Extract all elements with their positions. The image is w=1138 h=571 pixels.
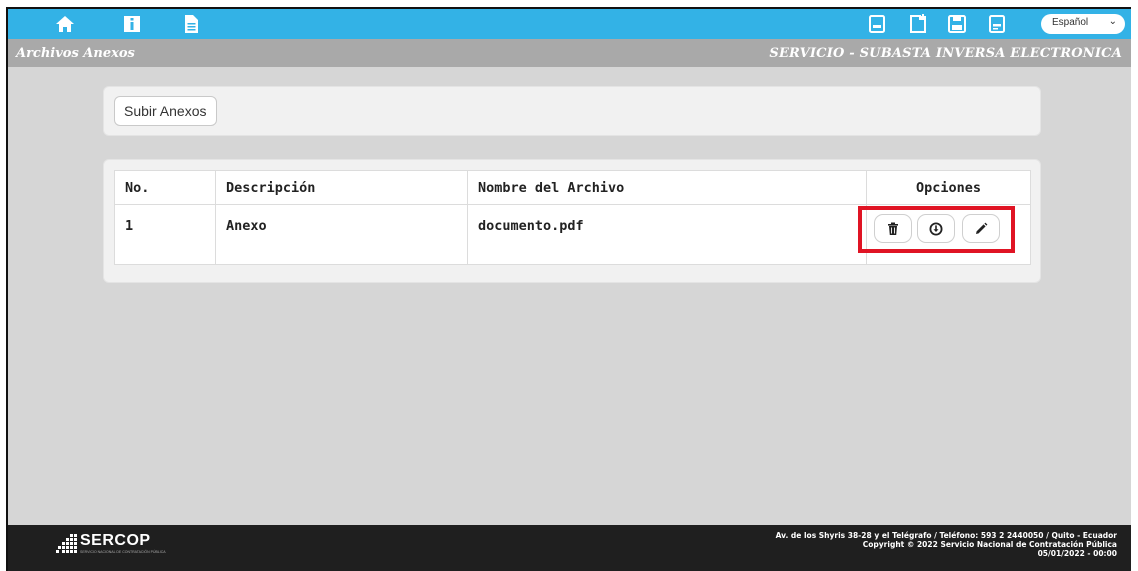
app-frame: Español ⌄ Archivos Anexos SERVICIO - SUB… — [6, 7, 1131, 571]
title-bar: Archivos Anexos SERVICIO - SUBASTA INVER… — [8, 39, 1131, 67]
table-header-row: No. Descripción Nombre del Archivo Opcio… — [114, 170, 1031, 205]
language-value: Español — [1052, 17, 1089, 28]
footer: SERCOP SERVICIO NACIONAL DE CONTRATACIÓN… — [8, 525, 1131, 571]
options-group — [858, 206, 1030, 264]
annexes-table: No. Descripción Nombre del Archivo Opcio… — [114, 170, 1031, 265]
download-icon — [929, 222, 943, 235]
header-options: Opciones — [866, 170, 1031, 205]
service-title: SERVICIO - SUBASTA INVERSA ELECTRONICA — [769, 46, 1122, 61]
page-title: Archivos Anexos — [16, 46, 135, 61]
upload-panel: Subir Anexos — [103, 86, 1041, 136]
cell-file-name: documento.pdf — [467, 204, 867, 265]
download-button[interactable] — [917, 214, 955, 243]
upload-annexes-button[interactable]: Subir Anexos — [114, 96, 217, 126]
sercop-logo: SERCOP SERVICIO NACIONAL DE CONTRATACIÓN… — [56, 530, 196, 562]
header-description: Descripción — [215, 170, 468, 205]
edit-button[interactable] — [962, 214, 1000, 243]
delete-button[interactable] — [874, 214, 912, 243]
cell-options — [858, 204, 1031, 265]
home-icon[interactable] — [54, 13, 76, 35]
footer-date: 05/01/2022 - 00:00 — [1037, 549, 1117, 558]
table-row: 1 Anexo documento.pdf — [114, 204, 1031, 265]
pdf-icon[interactable] — [866, 13, 888, 35]
cell-description: Anexo — [215, 204, 468, 265]
logo-subtitle: SERVICIO NACIONAL DE CONTRATACIÓN PÚBLIC… — [80, 550, 166, 554]
chevron-down-icon: ⌄ — [1108, 16, 1117, 27]
header-file-name: Nombre del Archivo — [467, 170, 867, 205]
annexes-panel: No. Descripción Nombre del Archivo Opcio… — [103, 159, 1041, 283]
footer-info: Av. de los Shyris 38-28 y el Telégrafo /… — [776, 531, 1117, 558]
new-page-icon[interactable] — [907, 13, 929, 35]
pdf-export-icon[interactable] — [986, 13, 1008, 35]
top-toolbar: Español ⌄ — [8, 9, 1131, 39]
header-no: No. — [114, 170, 216, 205]
document-icon[interactable] — [180, 13, 202, 35]
sercop-logo-mark — [56, 534, 77, 553]
cell-no: 1 — [114, 204, 216, 265]
edit-icon — [976, 222, 988, 234]
trash-icon — [888, 222, 898, 235]
save-icon[interactable] — [946, 13, 968, 35]
footer-address: Av. de los Shyris 38-28 y el Telégrafo /… — [775, 531, 1117, 540]
footer-copyright: Copyright © 2022 Servicio Nacional de Co… — [862, 540, 1117, 549]
logo-text: SERCOP — [80, 532, 151, 549]
info-icon[interactable] — [121, 13, 143, 35]
language-select[interactable]: Español ⌄ — [1041, 14, 1125, 34]
